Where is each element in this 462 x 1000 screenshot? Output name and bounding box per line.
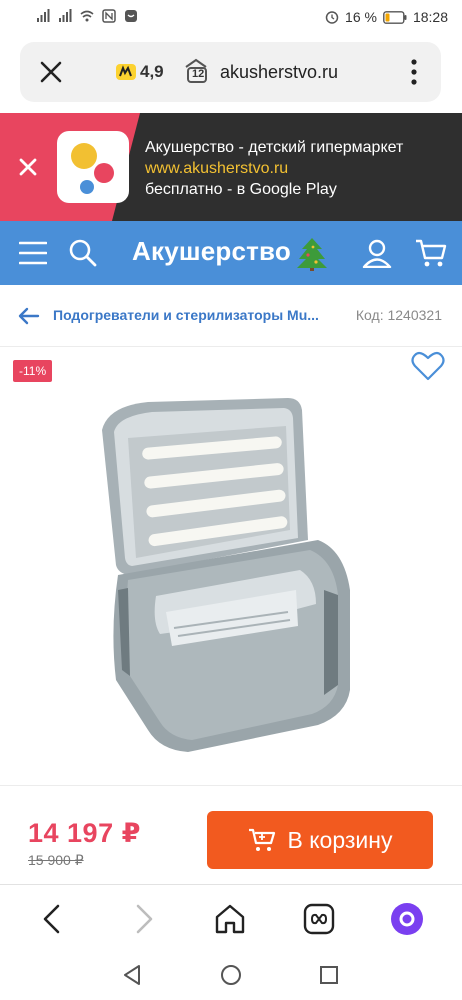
brand-logo[interactable]: Акушерство bbox=[132, 236, 291, 267]
system-home-icon[interactable] bbox=[220, 964, 242, 986]
status-bar: 16 % 18:28 bbox=[0, 0, 462, 36]
site-header: Акушерство bbox=[0, 221, 462, 285]
favorite-heart-icon[interactable] bbox=[411, 350, 445, 382]
close-banner-icon[interactable] bbox=[18, 157, 38, 177]
status-right: 16 % 18:28 bbox=[325, 9, 448, 25]
system-recents-icon[interactable] bbox=[318, 964, 340, 986]
app-install-banner[interactable]: Акушерство - детский гипермаркет www.aku… bbox=[0, 113, 462, 221]
system-back-icon[interactable] bbox=[121, 964, 143, 986]
hamburger-menu-icon[interactable] bbox=[19, 241, 47, 265]
banner-link[interactable]: www.akusherstvo.ru bbox=[145, 158, 403, 179]
wifi-icon bbox=[80, 10, 94, 22]
alice-assistant-icon[interactable] bbox=[390, 902, 424, 936]
clock: 18:28 bbox=[412, 9, 448, 25]
site-rating[interactable]: 4,9 bbox=[116, 62, 164, 82]
product-image[interactable] bbox=[88, 390, 378, 760]
nfc-icon bbox=[102, 9, 116, 23]
url-bar[interactable]: 4,9 12 akusherstvo.ru bbox=[20, 42, 441, 102]
alarm-icon bbox=[325, 11, 339, 24]
banner-subtitle: бесплатно - в Google Play bbox=[145, 181, 337, 198]
home-icon[interactable] bbox=[213, 902, 247, 936]
cart-icon bbox=[248, 828, 275, 851]
christmas-tree-icon bbox=[297, 238, 327, 271]
notification-icon bbox=[125, 10, 137, 22]
tabs-button[interactable]: 12 bbox=[182, 57, 210, 85]
current-price: 14 197 ₽ bbox=[28, 818, 141, 848]
tabs-switcher-icon[interactable] bbox=[302, 902, 336, 936]
user-icon[interactable] bbox=[362, 238, 392, 268]
forward-icon[interactable] bbox=[126, 902, 160, 936]
signal-icon bbox=[37, 9, 50, 22]
banner-text: Акушерство - детский гипермаркет www.aku… bbox=[145, 137, 403, 200]
back-arrow-icon[interactable] bbox=[18, 307, 40, 325]
product-code: Код: 1240321 bbox=[355, 307, 442, 323]
more-menu-icon[interactable] bbox=[411, 58, 417, 86]
system-navigation-bar bbox=[0, 952, 462, 1000]
status-left-icons bbox=[36, 9, 138, 23]
cart-button-label: В корзину bbox=[287, 826, 393, 853]
yandex-rating-icon bbox=[116, 64, 136, 80]
cart-icon[interactable] bbox=[415, 238, 447, 268]
add-to-cart-button[interactable]: В корзину bbox=[207, 811, 433, 869]
rating-value: 4,9 bbox=[140, 62, 164, 81]
url-text[interactable]: akusherstvo.ru bbox=[220, 62, 338, 83]
breadcrumb: Подогреватели и стерилизаторы Mu... Код:… bbox=[0, 285, 462, 347]
app-logo bbox=[57, 131, 129, 203]
old-price: 15 900 ₽ bbox=[28, 852, 84, 868]
category-link[interactable]: Подогреватели и стерилизаторы Mu... bbox=[53, 307, 345, 323]
discount-badge: -11% bbox=[13, 360, 53, 382]
back-icon[interactable] bbox=[36, 902, 70, 936]
banner-title: Акушерство - детский гипермаркет bbox=[145, 139, 404, 156]
battery-icon bbox=[383, 10, 407, 24]
purchase-bar: 14 197 ₽ 15 900 ₽ В корзину bbox=[0, 785, 462, 885]
search-icon[interactable] bbox=[68, 238, 98, 268]
close-icon[interactable] bbox=[38, 59, 64, 85]
tab-count: 12 bbox=[192, 68, 205, 80]
browser-toolbar bbox=[0, 886, 462, 952]
battery-percent: 16 % bbox=[345, 9, 377, 25]
signal-icon bbox=[59, 9, 72, 22]
